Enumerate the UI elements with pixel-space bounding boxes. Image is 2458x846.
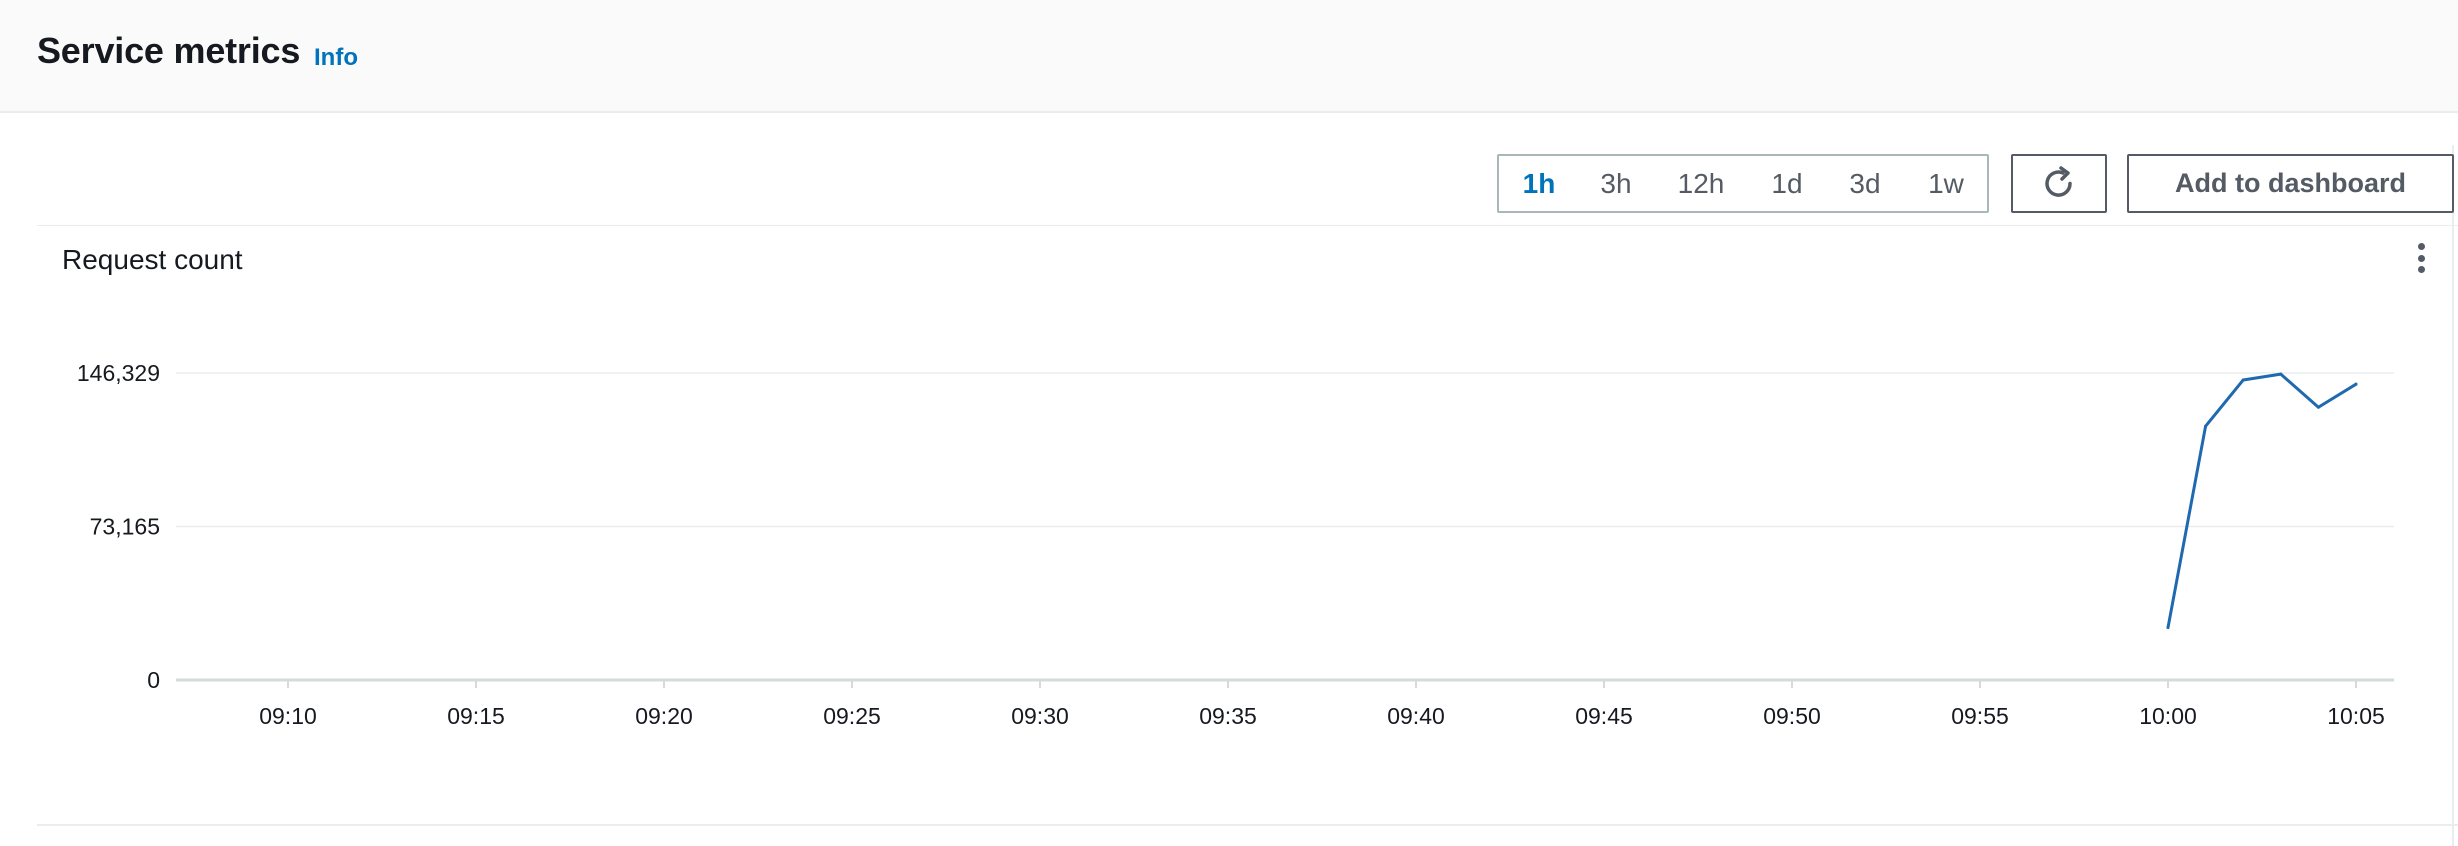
y-tick-label: 0 [147, 667, 160, 693]
data-point [2166, 626, 2170, 630]
x-tick-label: 09:30 [1011, 703, 1069, 729]
data-point [2241, 378, 2245, 382]
x-tick-label: 09:10 [259, 703, 317, 729]
data-point [2204, 424, 2208, 428]
data-point [2279, 372, 2283, 376]
request-count-chart: 0 73,165 146,329 09:10 09:15 09:20 09:25 09:30 0… [77, 360, 2394, 729]
x-tick-label: 09:15 [447, 703, 505, 729]
x-tick-label: 09:25 [823, 703, 881, 729]
x-tick-label: 10:00 [2139, 703, 2197, 729]
x-tick-label: 09:20 [635, 703, 693, 729]
y-tick-label: 146,329 [77, 360, 160, 386]
data-point [2354, 382, 2358, 386]
y-tick-label: 73,165 [90, 513, 160, 539]
x-tick-label: 09:55 [1951, 703, 2009, 729]
data-point [2316, 405, 2320, 409]
x-tick-label: 09:40 [1387, 703, 1445, 729]
x-tick-label: 09:50 [1763, 703, 1821, 729]
x-tick-label: 09:35 [1199, 703, 1257, 729]
x-tick-label: 10:05 [2327, 703, 2385, 729]
series-line [2166, 372, 2358, 630]
x-tick-label: 09:45 [1575, 703, 1633, 729]
